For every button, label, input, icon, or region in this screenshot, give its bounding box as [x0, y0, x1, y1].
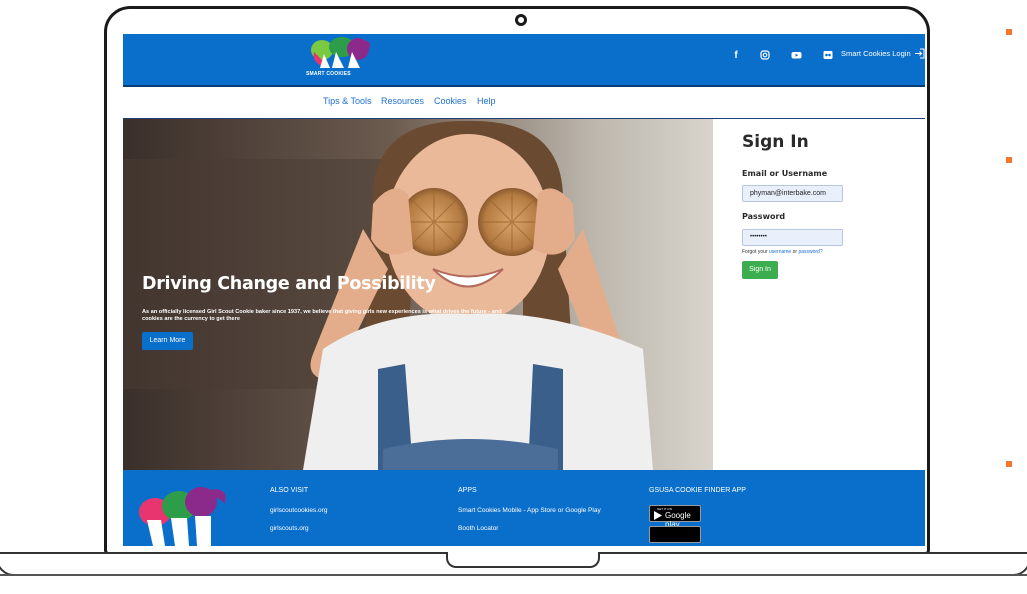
browser-screen: SMART COOKIES f Smart Cookies Login Tips… [123, 34, 925, 546]
laptop-base-edge [0, 574, 1027, 576]
hero-description: As an officially licensed Girl Scout Coo… [142, 309, 502, 322]
site-footer: ALSO VISIT girlscoutcookies.org girlscou… [123, 470, 925, 546]
email-field[interactable]: phyman@interbake.com [742, 185, 843, 202]
apps-heading: APPS [458, 487, 477, 494]
password-label: Password [742, 212, 786, 221]
email-label: Email or Username [742, 169, 828, 178]
flickr-icon[interactable] [822, 50, 834, 62]
learn-more-button[interactable]: Learn More [142, 332, 193, 350]
nav-item-help[interactable]: Help [477, 96, 496, 106]
smart-cookies-login-link[interactable]: Smart Cookies Login [841, 48, 925, 59]
login-arrow-icon [914, 48, 925, 59]
also-visit-heading: ALSO VISIT [270, 487, 309, 494]
login-label: Smart Cookies Login [841, 49, 911, 58]
forgot-password-link[interactable]: password? [798, 249, 822, 255]
forgot-prefix: Forgot your [742, 249, 769, 255]
laptop-notch [446, 552, 600, 568]
sign-in-panel: Sign In Email or Username phyman@interba… [713, 119, 925, 470]
decorative-square [1006, 461, 1012, 467]
instagram-icon[interactable] [759, 50, 771, 62]
google-play-icon [654, 511, 662, 520]
sign-in-title: Sign In [742, 132, 809, 152]
forgot-username-link[interactable]: username [769, 249, 791, 255]
hero-banner: Driving Change and Possibility As an off… [123, 119, 713, 470]
decorative-square [1006, 29, 1012, 35]
logo-wordmark: SMART COOKIES [306, 71, 351, 77]
decorative-square [1006, 157, 1012, 163]
forgot-credentials-text: Forgot your username or password? [742, 249, 823, 255]
facebook-icon[interactable]: f [730, 50, 742, 62]
sign-in-button[interactable]: Sign In [742, 261, 778, 279]
app-store-badge[interactable] [649, 526, 701, 543]
nav-item-tips-tools[interactable]: Tips & Tools [323, 96, 372, 106]
cookie-finder-heading: GSUSA COOKIE FINDER APP [649, 487, 746, 494]
google-play-badge[interactable]: GET IT ON Google play [649, 505, 701, 529]
nav-item-cookies[interactable]: Cookies [434, 96, 467, 106]
hero-title: Driving Change and Possibility [142, 274, 436, 294]
footer-link-girlscoutcookies[interactable]: girlscoutcookies.org [270, 507, 327, 514]
webcam-icon [515, 14, 527, 26]
site-header: SMART COOKIES f Smart Cookies Login [123, 34, 925, 87]
footer-smart-cookies-logo [139, 487, 226, 546]
footer-link-smart-cookies-mobile[interactable]: Smart Cookies Mobile - App Store or Goog… [458, 507, 601, 514]
youtube-icon[interactable] [790, 50, 802, 62]
laptop-base [0, 552, 1027, 576]
password-field[interactable]: •••••••• [742, 229, 843, 246]
hero-photo [123, 119, 713, 470]
nav-item-resources[interactable]: Resources [381, 96, 424, 106]
footer-link-booth-locator[interactable]: Booth Locator [458, 525, 498, 532]
main-nav: Tips & Tools Resources Cookies Help [123, 87, 925, 120]
footer-link-girlscouts[interactable]: girlscouts.org [270, 525, 309, 532]
